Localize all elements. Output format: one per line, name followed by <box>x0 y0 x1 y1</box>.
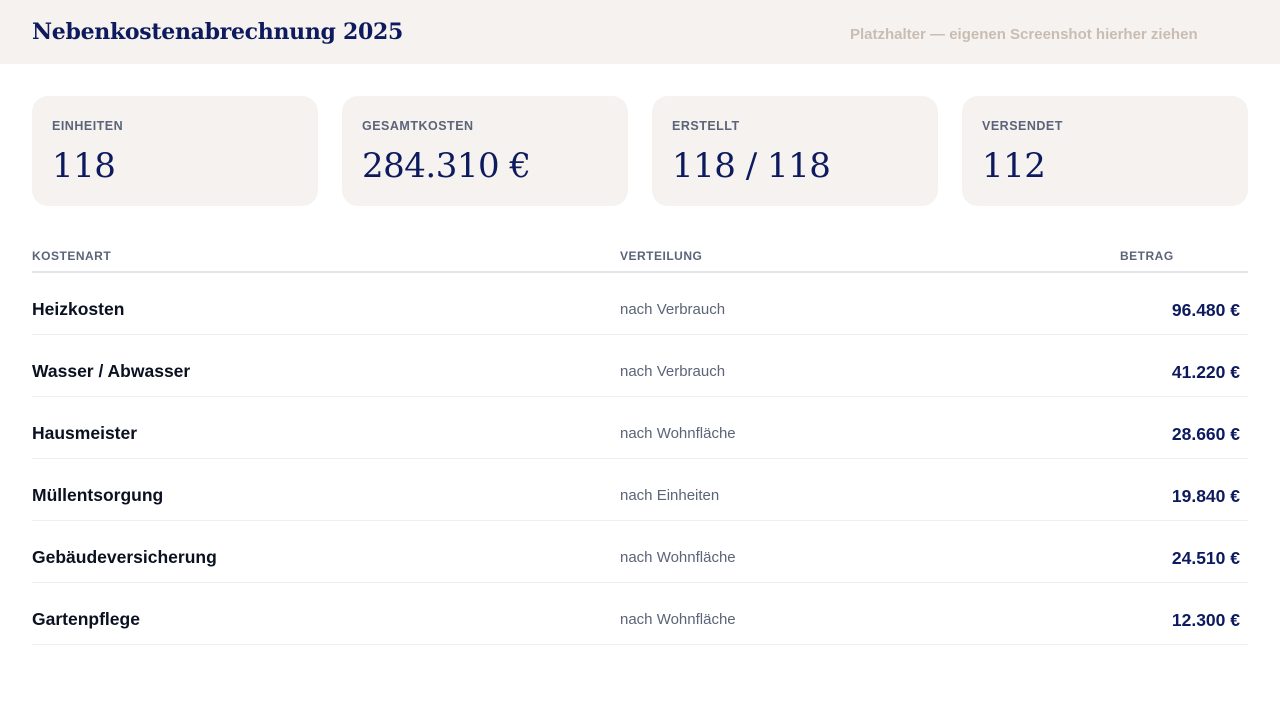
cost-amount: 24.510 € <box>1171 548 1240 568</box>
distribution-method: nach Wohnfläche <box>620 611 736 628</box>
distribution-method: nach Verbrauch <box>620 301 726 318</box>
column-header-verteilung[interactable]: VERTEILUNG <box>620 249 702 263</box>
stat-value: 284.310 € <box>362 146 531 186</box>
cost-amount: 41.220 € <box>1171 362 1240 382</box>
cost-type: Gartenpflege <box>32 609 140 629</box>
stat-label: GESAMTKOSTEN <box>362 119 474 133</box>
table-row[interactable]: Wasser / Abwasser nach Verbrauch 41.220 … <box>32 335 1248 397</box>
cost-type: Hausmeister <box>32 423 138 443</box>
table-row[interactable]: Gartenpflege nach Wohnfläche 12.300 € <box>32 583 1248 645</box>
page-title: Nebenkostenabrechnung 2025 <box>32 19 404 45</box>
table-row[interactable]: Heizkosten nach Verbrauch 96.480 € <box>32 273 1248 335</box>
stat-value: 118 <box>52 146 116 186</box>
screenshot-drop-placeholder[interactable]: Platzhalter — eigenen Screenshot hierher… <box>850 26 1198 44</box>
stat-card-gesamtkosten: GESAMTKOSTEN 284.310 € <box>342 96 628 206</box>
table-row[interactable]: Müllentsorgung nach Einheiten 19.840 € <box>32 459 1248 521</box>
cost-amount: 19.840 € <box>1171 486 1240 506</box>
stat-value: 118 / 118 <box>672 146 831 186</box>
distribution-method: nach Einheiten <box>620 487 720 504</box>
app-header: Nebenkostenabrechnung 2025 Platzhalter —… <box>0 0 1280 64</box>
cost-type: Wasser / Abwasser <box>32 361 191 381</box>
table-header: KOSTENART VERTEILUNG BETRAG <box>32 240 1248 273</box>
cost-amount: 12.300 € <box>1171 610 1240 630</box>
stats-row: EINHEITEN 118 GESAMTKOSTEN 284.310 € ERS… <box>32 96 1248 206</box>
column-header-kostenart[interactable]: KOSTENART <box>32 249 111 263</box>
stat-card-einheiten: EINHEITEN 118 <box>32 96 318 206</box>
cost-amount: 28.660 € <box>1171 424 1240 444</box>
cost-type: Heizkosten <box>32 299 125 319</box>
table-row[interactable]: Gebäudeversicherung nach Wohnfläche 24.5… <box>32 521 1248 583</box>
distribution-method: nach Wohnfläche <box>620 425 736 442</box>
stat-label: EINHEITEN <box>52 119 124 133</box>
table-row[interactable]: Hausmeister nach Wohnfläche 28.660 € <box>32 397 1248 459</box>
cost-type: Müllentsorgung <box>32 485 164 505</box>
stat-value: 112 <box>982 146 1046 186</box>
distribution-method: nach Wohnfläche <box>620 549 736 566</box>
stat-label: VERSENDET <box>982 119 1063 133</box>
cost-type: Gebäudeversicherung <box>32 547 217 567</box>
stat-card-erstellt: ERSTELLT 118 / 118 <box>652 96 938 206</box>
stat-label: ERSTELLT <box>672 119 740 133</box>
distribution-method: nach Verbrauch <box>620 363 726 380</box>
column-header-betrag[interactable]: BETRAG <box>1120 249 1174 263</box>
cost-amount: 96.480 € <box>1171 300 1240 320</box>
stat-card-versendet: VERSENDET 112 <box>962 96 1248 206</box>
cost-table: KOSTENART VERTEILUNG BETRAG Heizkosten n… <box>32 240 1248 645</box>
